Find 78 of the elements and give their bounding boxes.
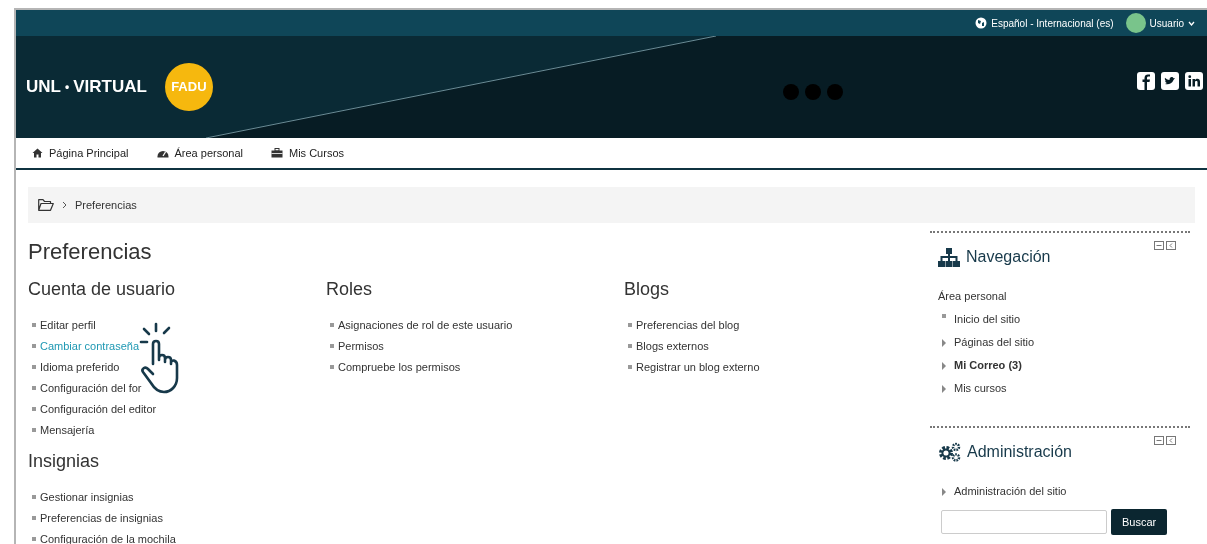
expand-arrow-icon[interactable] xyxy=(942,338,946,347)
bullet-icon xyxy=(32,516,36,520)
preference-link[interactable]: Mensajería xyxy=(40,421,95,439)
nav-tree-item[interactable]: Administración del sitio xyxy=(954,483,1067,500)
bullet-icon xyxy=(330,344,334,348)
collapse-icon[interactable] xyxy=(1154,241,1164,250)
folder-icon[interactable] xyxy=(38,199,54,211)
search-field[interactable] xyxy=(941,510,1107,534)
bullet-icon xyxy=(330,365,334,369)
expand-arrow-icon[interactable] xyxy=(942,361,946,370)
nav-link[interactable]: Área personal xyxy=(156,144,243,162)
nav-tree-item[interactable]: Mis cursos xyxy=(954,380,1007,397)
facebook-icon[interactable] xyxy=(1137,72,1155,90)
bullet-icon xyxy=(32,537,36,541)
preference-link[interactable]: Asignaciones de rol de este usuario xyxy=(338,316,513,334)
avatar-icon xyxy=(1125,13,1146,33)
block-title: Administración xyxy=(967,442,1072,462)
logo-text: UNL xyxy=(26,76,61,99)
preference-link[interactable]: Cambiar contraseña xyxy=(40,337,140,355)
block-title: Navegación xyxy=(966,247,1051,267)
preference-link[interactable]: Permisos xyxy=(338,337,384,355)
user-name: Usuario xyxy=(1149,16,1184,31)
nav-tree-item[interactable]: Mi Correo (3) xyxy=(954,357,1022,374)
search-button[interactable]: Buscar xyxy=(1111,509,1168,535)
collapse-icon[interactable] xyxy=(1154,436,1164,445)
home-icon xyxy=(32,148,43,158)
bullet-icon xyxy=(32,344,36,348)
bullet-icon xyxy=(330,323,334,327)
loading-dots-drawing xyxy=(783,84,843,100)
bullet-icon xyxy=(32,407,36,411)
preference-link[interactable]: Editar perfil xyxy=(40,316,96,334)
expand-arrow-icon[interactable] xyxy=(942,384,946,393)
language-label: Español - Internacional (es) xyxy=(991,16,1114,31)
bullet-icon xyxy=(942,314,946,318)
section-heading: Cuenta de usuario xyxy=(28,278,177,301)
twitter-icon[interactable] xyxy=(1161,72,1179,90)
chevron-icon xyxy=(62,201,67,209)
section-heading: Roles xyxy=(326,278,374,301)
bullet-icon xyxy=(32,386,36,390)
language-menu[interactable]: Español - Internacional (es) xyxy=(975,15,1114,31)
sitemap-icon xyxy=(938,247,960,267)
preference-link[interactable]: Idioma preferido xyxy=(40,358,120,376)
page-title: Preferencias xyxy=(28,238,153,266)
expand-arrow-icon[interactable] xyxy=(942,487,946,496)
bullet-icon xyxy=(32,428,36,432)
linkedin-icon[interactable] xyxy=(1185,72,1203,90)
logo-dot: • xyxy=(64,79,70,96)
nav-link[interactable]: Mis Cursos xyxy=(271,144,344,162)
preference-link[interactable]: Configuración del for xyxy=(40,379,142,397)
caret-icon xyxy=(1188,20,1195,26)
dock-icon[interactable] xyxy=(1166,436,1176,445)
gears-icon xyxy=(938,442,961,462)
section-heading: Blogs xyxy=(624,278,671,301)
gauge-icon xyxy=(156,148,169,158)
bullet-icon xyxy=(628,344,632,348)
dock-icon[interactable] xyxy=(1166,241,1176,250)
nav-link[interactable]: Página Principal xyxy=(32,144,129,162)
bullet-icon xyxy=(628,365,632,369)
preference-link[interactable]: Configuración del editor xyxy=(40,400,157,418)
globe-icon xyxy=(975,17,988,29)
nav-tree-item[interactable]: Páginas del sitio xyxy=(954,334,1035,351)
preference-link[interactable]: Preferencias de insignias xyxy=(40,509,163,527)
bullet-icon xyxy=(628,323,632,327)
preference-link[interactable]: Gestionar insignias xyxy=(40,488,134,506)
preference-link[interactable]: Registrar un blog externo xyxy=(636,358,760,376)
bullet-icon xyxy=(32,323,36,327)
bullet-icon xyxy=(32,365,36,369)
section-heading: Insignias xyxy=(28,450,101,473)
preference-link[interactable]: Blogs externos xyxy=(636,337,709,355)
preference-link[interactable]: Preferencias del blog xyxy=(636,316,740,334)
breadcrumb-link[interactable]: Preferencias xyxy=(75,196,137,214)
bullet-icon xyxy=(32,495,36,499)
nav-heading-link[interactable]: Área personal xyxy=(938,288,1007,305)
logo-text: VIRTUAL xyxy=(73,76,147,99)
user-menu[interactable]: Usuario xyxy=(1125,13,1195,33)
briefcase-icon xyxy=(271,148,283,158)
preference-link[interactable]: Compruebe los permisos xyxy=(338,358,461,376)
nav-tree-item[interactable]: Inicio del sitio xyxy=(954,311,1021,328)
